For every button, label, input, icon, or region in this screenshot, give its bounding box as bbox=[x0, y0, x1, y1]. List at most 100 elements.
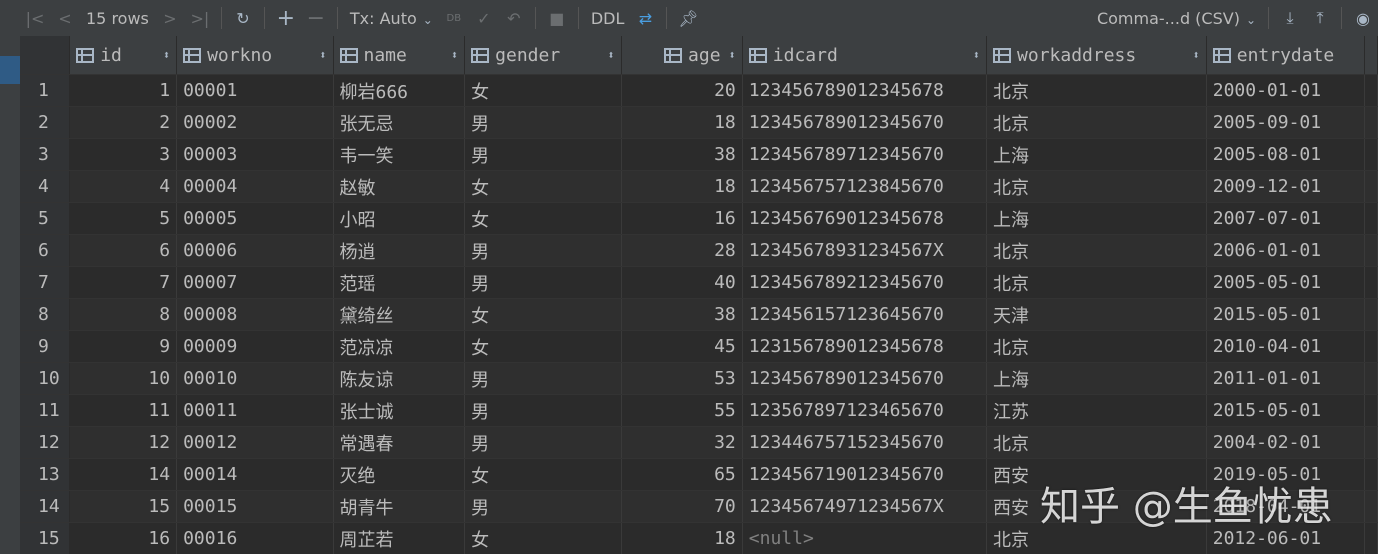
rows-count-label[interactable]: 15 rows bbox=[80, 9, 155, 28]
column-header-id[interactable]: id ⬍ bbox=[69, 36, 178, 75]
cell-age[interactable]: 32 bbox=[621, 426, 743, 459]
cell-idcard[interactable]: 123456719012345670 bbox=[742, 458, 988, 491]
cell-age[interactable]: 20 bbox=[621, 74, 743, 107]
cell-id[interactable]: 11 bbox=[69, 394, 178, 427]
delete-row-icon[interactable]: − bbox=[301, 0, 331, 36]
cell-id[interactable]: 7 bbox=[69, 266, 178, 299]
sort-icon[interactable]: ⬍ bbox=[163, 48, 170, 62]
cell-gender[interactable]: 女 bbox=[464, 74, 622, 107]
cell-name[interactable]: 范凉凉 bbox=[333, 330, 466, 363]
refresh-icon[interactable]: ↻ bbox=[228, 0, 258, 36]
cell-workaddress[interactable]: 北京 bbox=[986, 234, 1207, 267]
cell-id[interactable]: 1 bbox=[69, 74, 178, 107]
table-row[interactable]: 5 5 00005 小昭女 16 123456769012345678 上海 2007-07-… bbox=[20, 202, 1378, 235]
cell-workno[interactable]: 00001 bbox=[176, 74, 334, 107]
cell-idcard[interactable]: 123456789012345678 bbox=[742, 74, 988, 107]
cell-id[interactable]: 15 bbox=[69, 490, 178, 523]
table-row[interactable]: 4 4 00004 赵敏女 18 123456757123845670 北京 2009-12-… bbox=[20, 170, 1378, 203]
cell-entrydate[interactable]: 2004-02-01 bbox=[1206, 426, 1366, 459]
cell-entrydate[interactable]: 2005-09-01 bbox=[1206, 106, 1366, 139]
stop-icon[interactable]: ■ bbox=[542, 0, 572, 36]
row-number[interactable]: 8 bbox=[20, 298, 71, 331]
cell-workno[interactable]: 00014 bbox=[176, 458, 334, 491]
table-row[interactable]: 8 8 00008 黛绮丝女 38 123456157123645670 天津 2015-05… bbox=[20, 298, 1378, 331]
cell-id[interactable]: 8 bbox=[69, 298, 178, 331]
cell-workno[interactable]: 00006 bbox=[176, 234, 334, 267]
cell-idcard[interactable]: 123456789212345670 bbox=[742, 266, 988, 299]
column-header-workaddress[interactable]: workaddress ⬍ bbox=[986, 36, 1207, 75]
cell-id[interactable]: 9 bbox=[69, 330, 178, 363]
cell-id[interactable]: 10 bbox=[69, 362, 178, 395]
cell-name[interactable]: 赵敏 bbox=[333, 170, 466, 203]
cell-workaddress[interactable]: 北京 bbox=[986, 74, 1207, 107]
row-number[interactable]: 14 bbox=[20, 490, 71, 523]
cell-workaddress[interactable]: 北京 bbox=[986, 106, 1207, 139]
row-number[interactable]: 11 bbox=[20, 394, 71, 427]
db-submit-icon[interactable]: DB bbox=[439, 0, 469, 36]
cell-name[interactable]: 胡青牛 bbox=[333, 490, 466, 523]
cell-age[interactable]: 53 bbox=[621, 362, 743, 395]
cell-name[interactable]: 陈友谅 bbox=[333, 362, 466, 395]
cell-id[interactable]: 2 bbox=[69, 106, 178, 139]
column-header-idcard[interactable]: idcard ⬍ bbox=[742, 36, 988, 75]
cell-id[interactable]: 12 bbox=[69, 426, 178, 459]
row-number[interactable]: 13 bbox=[20, 458, 71, 491]
cell-entrydate[interactable]: 2005-05-01 bbox=[1206, 266, 1366, 299]
sort-icon[interactable]: ⬍ bbox=[607, 48, 614, 62]
upload-icon[interactable]: ⤒ bbox=[1305, 0, 1335, 36]
row-number[interactable]: 4 bbox=[20, 170, 71, 203]
row-number[interactable]: 12 bbox=[20, 426, 71, 459]
table-row[interactable]: 10 10 00010 陈友谅男 53 123456789012345670 上海 2011-… bbox=[20, 362, 1378, 395]
cell-name[interactable]: 灭绝 bbox=[333, 458, 466, 491]
cell-id[interactable]: 3 bbox=[69, 138, 178, 171]
cell-id[interactable]: 6 bbox=[69, 234, 178, 267]
column-header-age[interactable]: age ⬍ bbox=[621, 36, 743, 75]
cell-gender[interactable]: 男 bbox=[464, 426, 622, 459]
cell-age[interactable]: 18 bbox=[621, 170, 743, 203]
cell-entrydate[interactable]: 2000-01-01 bbox=[1206, 74, 1366, 107]
cell-workaddress[interactable]: 北京 bbox=[986, 170, 1207, 203]
cell-name[interactable]: 张士诚 bbox=[333, 394, 466, 427]
cell-name[interactable]: 范瑶 bbox=[333, 266, 466, 299]
cell-id[interactable]: 14 bbox=[69, 458, 178, 491]
compare-icon[interactable]: ⇄ bbox=[630, 0, 660, 36]
cell-idcard[interactable]: 12345674971234567X bbox=[742, 490, 988, 523]
row-number[interactable]: 7 bbox=[20, 266, 71, 299]
cell-idcard[interactable]: 123456157123645670 bbox=[742, 298, 988, 331]
cell-age[interactable]: 38 bbox=[621, 298, 743, 331]
table-row[interactable]: 7 7 00007 范瑶男 40 123456789212345670 北京 2005-05-… bbox=[20, 266, 1378, 299]
cell-idcard[interactable]: 123456757123845670 bbox=[742, 170, 988, 203]
pin-icon[interactable]: 📌︎ bbox=[673, 0, 703, 36]
cell-age[interactable]: 38 bbox=[621, 138, 743, 171]
column-header-name[interactable]: name ⬍ bbox=[333, 36, 466, 75]
cell-gender[interactable]: 女 bbox=[464, 330, 622, 363]
cell-workno[interactable]: 00009 bbox=[176, 330, 334, 363]
cell-name[interactable]: 杨逍 bbox=[333, 234, 466, 267]
cell-age[interactable]: 55 bbox=[621, 394, 743, 427]
row-number[interactable]: 3 bbox=[20, 138, 71, 171]
cell-workno[interactable]: 00012 bbox=[176, 426, 334, 459]
first-page-icon[interactable]: |< bbox=[20, 0, 50, 36]
cell-name[interactable]: 常遇春 bbox=[333, 426, 466, 459]
cell-workaddress[interactable]: 北京 bbox=[986, 426, 1207, 459]
cell-gender[interactable]: 男 bbox=[464, 394, 622, 427]
sort-icon[interactable]: ⬍ bbox=[451, 48, 458, 62]
table-row[interactable]: 1 1 00001 柳岩666 女 20 123456789012345678 北京 2000-… bbox=[20, 74, 1378, 107]
cell-age[interactable]: 70 bbox=[621, 490, 743, 523]
cell-workno[interactable]: 00002 bbox=[176, 106, 334, 139]
cell-entrydate[interactable]: 2009-12-01 bbox=[1206, 170, 1366, 203]
cell-idcard[interactable]: 123567897123465670 bbox=[742, 394, 988, 427]
cell-idcard[interactable]: <null> bbox=[742, 522, 988, 554]
sort-icon[interactable]: ⬍ bbox=[729, 48, 736, 62]
row-number[interactable]: 6 bbox=[20, 234, 71, 267]
cell-gender[interactable]: 男 bbox=[464, 234, 622, 267]
row-number[interactable]: 10 bbox=[20, 362, 71, 395]
cell-entrydate[interactable]: 2010-04-01 bbox=[1206, 330, 1366, 363]
column-header-workno[interactable]: workno ⬍ bbox=[176, 36, 334, 75]
cell-workno[interactable]: 00008 bbox=[176, 298, 334, 331]
cell-gender[interactable]: 女 bbox=[464, 170, 622, 203]
cell-gender[interactable]: 男 bbox=[464, 362, 622, 395]
cell-workno[interactable]: 00015 bbox=[176, 490, 334, 523]
cell-workno[interactable]: 00003 bbox=[176, 138, 334, 171]
cell-name[interactable]: 周芷若 bbox=[333, 522, 466, 554]
